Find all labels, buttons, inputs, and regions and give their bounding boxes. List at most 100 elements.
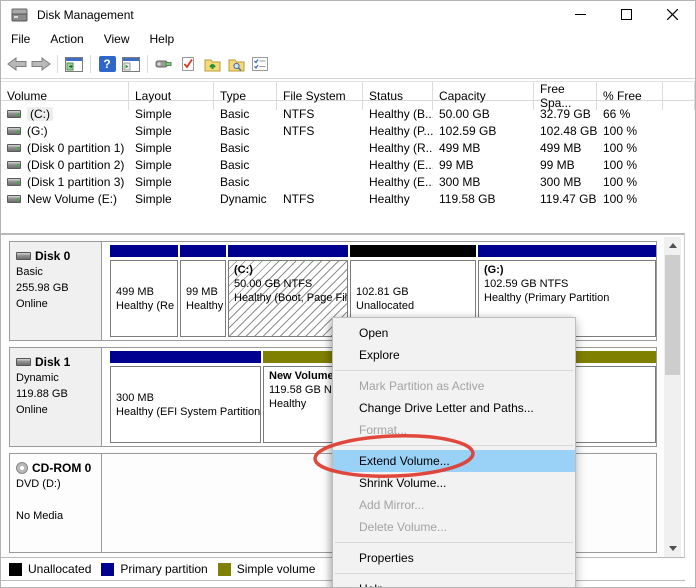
toolbar-separator [57, 55, 58, 73]
type-value: Basic [214, 141, 277, 155]
disk0-label[interactable]: Disk 0 Basic 255.98 GB Online [10, 242, 102, 340]
menu-item-explore[interactable]: Explore [333, 344, 575, 366]
partition-99mb[interactable]: 99 MB Healthy [180, 245, 226, 337]
legend-label: Unallocated [28, 562, 91, 576]
volume-icon [7, 127, 21, 135]
partition-efi[interactable]: 300 MB Healthy (EFI System Partition) [110, 351, 261, 443]
table-row[interactable]: (Disk 1 partition 3) Simple Basic Health… [1, 173, 695, 190]
type-value: Basic [214, 158, 277, 172]
menu-item-properties[interactable]: Properties [333, 547, 575, 569]
fs-value: NTFS [277, 124, 363, 138]
toolbar-separator [147, 55, 148, 73]
menu-item-open[interactable]: Open [333, 322, 575, 344]
cdrom-status: No Media [16, 508, 101, 524]
forward-arrow-icon[interactable] [29, 52, 53, 76]
partition-size: 499 MB [116, 285, 177, 299]
help-icon[interactable]: ? [95, 52, 119, 76]
pct-free-value: 100 % [597, 141, 663, 155]
disk-icon [16, 358, 31, 366]
layout-value: Simple [129, 107, 214, 121]
check-document-icon[interactable] [176, 52, 200, 76]
fs-value: NTFS [277, 192, 363, 206]
menu-separator [335, 370, 573, 371]
disk-icon [16, 252, 31, 260]
partition-size: 102.81 GB [356, 285, 475, 299]
menu-help[interactable]: Help [140, 29, 185, 49]
status-value: Healthy (E... [363, 175, 433, 189]
free-space-value: 499 MB [534, 141, 597, 155]
cdrom-type: DVD (D:) [16, 476, 101, 492]
console-tree-icon[interactable] [62, 52, 86, 76]
partition-recovery[interactable]: 499 MB Healthy (Re [110, 245, 178, 337]
volume-list: Volume Layout Type File System Status Ca… [1, 81, 695, 231]
partition-bar [110, 245, 178, 257]
menu-item-extend-volume[interactable]: Extend Volume... [333, 450, 575, 472]
capacity-value: 50.00 GB [433, 107, 534, 121]
menu-separator [335, 445, 573, 446]
partition-bar [228, 245, 348, 257]
layout-value: Simple [129, 192, 214, 206]
disk1-label[interactable]: Disk 1 Dynamic 119.88 GB Online [10, 348, 102, 446]
type-value: Basic [214, 124, 277, 138]
action-pane-icon[interactable] [119, 52, 143, 76]
volume-icon [7, 110, 21, 118]
type-value: Dynamic [214, 192, 277, 206]
scroll-up-icon[interactable] [664, 237, 681, 254]
toolbar-separator [90, 55, 91, 73]
table-row[interactable]: (Disk 0 partition 2) Simple Basic Health… [1, 156, 695, 173]
titlebar: Disk Management [1, 1, 695, 28]
status-value: Healthy (B... [363, 107, 433, 121]
folder-up-icon[interactable] [200, 52, 224, 76]
partition-bar [110, 351, 261, 363]
menu-item-delete-volume: Delete Volume... [333, 516, 575, 538]
scrollbar-thumb[interactable] [665, 255, 680, 375]
status-value: Healthy [363, 192, 433, 206]
partition-c-selected[interactable]: (C:) 50.00 GB NTFS Healthy (Boot, Page F… [228, 245, 348, 337]
table-row[interactable]: (Disk 0 partition 1) Simple Basic Health… [1, 139, 695, 156]
disk-size: 255.98 GB [16, 280, 101, 296]
menu-action[interactable]: Action [40, 29, 93, 49]
disk-management-window: Disk Management File Action View Help [0, 0, 696, 588]
maximize-button[interactable] [603, 1, 649, 28]
menu-view[interactable]: View [94, 29, 140, 49]
menubar: File Action View Help [1, 28, 695, 50]
free-space-value: 32.79 GB [534, 107, 597, 121]
cd-rom-icon [16, 462, 28, 474]
table-row[interactable]: (C:) Simple Basic NTFS Healthy (B... 50.… [1, 105, 695, 122]
menu-item-mark-partition-active: Mark Partition as Active [333, 375, 575, 397]
capacity-value: 99 MB [433, 158, 534, 172]
table-row[interactable]: (G:) Simple Basic NTFS Healthy (P... 102… [1, 122, 695, 139]
capacity-value: 499 MB [433, 141, 534, 155]
capacity-value: 300 MB [433, 175, 534, 189]
layout-value: Simple [129, 141, 214, 155]
volume-name: (Disk 0 partition 1) [27, 141, 124, 155]
table-row[interactable]: New Volume (E:) Simple Dynamic NTFS Heal… [1, 190, 695, 207]
scroll-down-icon[interactable] [664, 540, 681, 557]
cdrom-label[interactable]: CD-ROM 0 DVD (D:) No Media [10, 454, 102, 552]
menu-item-change-drive-letter[interactable]: Change Drive Letter and Paths... [333, 397, 575, 419]
legend-unallocated: Unallocated [9, 562, 91, 576]
partition-size: 99 MB [186, 285, 225, 299]
close-button[interactable] [649, 1, 695, 28]
minimize-button[interactable] [557, 1, 603, 28]
checklist-icon[interactable] [248, 52, 272, 76]
legend-label: Simple volume [237, 562, 316, 576]
volume-list-header: Volume Layout Type File System Status Ca… [1, 81, 695, 101]
disk-status: Online [16, 296, 101, 312]
volume-name: (C:) [27, 107, 53, 121]
volume-icon [7, 161, 21, 169]
back-arrow-icon[interactable] [5, 52, 29, 76]
menu-item-shrink-volume[interactable]: Shrink Volume... [333, 472, 575, 494]
partition-status: Unallocated [356, 299, 475, 313]
status-value: Healthy (R... [363, 141, 433, 155]
menu-separator [335, 542, 573, 543]
menu-file[interactable]: File [1, 29, 40, 49]
menu-item-help[interactable]: Help [333, 578, 575, 588]
capacity-value: 102.59 GB [433, 124, 534, 138]
free-space-value: 300 MB [534, 175, 597, 189]
vertical-scrollbar[interactable] [664, 237, 681, 557]
folder-search-icon[interactable] [224, 52, 248, 76]
device-icon[interactable] [152, 52, 176, 76]
volume-name: New Volume (E:) [27, 192, 117, 206]
partition-name: (G:) [484, 263, 655, 277]
